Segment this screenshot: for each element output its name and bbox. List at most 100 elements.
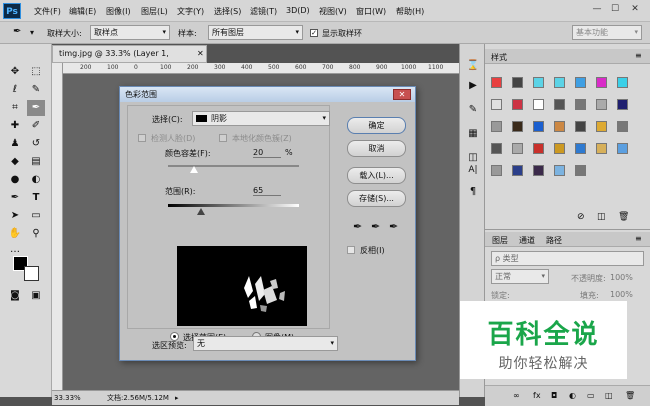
- menu-type[interactable]: 文字(Y): [177, 6, 204, 17]
- layer-kind-filter[interactable]: ρ 类型: [491, 251, 644, 266]
- quick-select-tool-icon[interactable]: ✎: [27, 82, 45, 98]
- ok-button[interactable]: 确定: [347, 117, 406, 134]
- eyedropper-tool-icon[interactable]: ✒: [27, 100, 45, 116]
- swatches-panel-icon[interactable]: ▦: [464, 126, 482, 142]
- selection-preview-select[interactable]: 无 ▾: [193, 336, 338, 351]
- lasso-tool-icon[interactable]: ℓ: [6, 82, 24, 98]
- style-swatch[interactable]: [596, 99, 607, 110]
- shape-tool-icon[interactable]: ▭: [27, 208, 45, 224]
- save-button[interactable]: 存储(S)...: [347, 190, 406, 207]
- healing-tool-icon[interactable]: ✚: [6, 118, 24, 134]
- status-menu-arrow-icon[interactable]: ▸: [175, 391, 179, 405]
- type-panel-icon[interactable]: A|: [464, 162, 482, 178]
- style-swatch[interactable]: [596, 143, 607, 154]
- style-swatch[interactable]: [554, 165, 565, 176]
- opacity-value[interactable]: 100%: [610, 273, 633, 282]
- range-slider-track[interactable]: [168, 204, 299, 207]
- style-swatch[interactable]: [533, 77, 544, 88]
- menu-view[interactable]: 视图(V): [319, 6, 347, 17]
- brush-tool-icon[interactable]: ✐: [27, 118, 45, 134]
- group-icon[interactable]: ▭: [587, 391, 595, 400]
- style-swatch[interactable]: [491, 99, 502, 110]
- stamp-tool-icon[interactable]: ♟: [6, 136, 24, 152]
- eyedropper-icon[interactable]: ✒: [13, 26, 21, 37]
- path-select-tool-icon[interactable]: ➤: [6, 208, 24, 224]
- sample-size-select[interactable]: 取样点 ▾: [90, 25, 170, 40]
- history-panel-icon[interactable]: ⌛: [464, 58, 482, 74]
- menu-3d[interactable]: 3D(D): [286, 6, 310, 15]
- sample-select[interactable]: 所有图层 ▾: [208, 25, 303, 40]
- show-ring-checkbox[interactable]: ✓: [310, 29, 318, 37]
- link-layers-icon[interactable]: ∞: [513, 391, 520, 400]
- style-swatch[interactable]: [491, 143, 502, 154]
- workspace-select[interactable]: 基本功能 ▾: [572, 25, 642, 40]
- style-swatch[interactable]: [554, 77, 565, 88]
- style-swatch[interactable]: [554, 99, 565, 110]
- tab-channels[interactable]: 通道: [519, 235, 535, 246]
- style-swatch[interactable]: [617, 77, 628, 88]
- tab-paths[interactable]: 路径: [546, 235, 562, 246]
- actions-panel-icon[interactable]: ▶: [464, 78, 482, 94]
- blur-tool-icon[interactable]: ●: [6, 172, 24, 188]
- blend-mode-select[interactable]: 正常 ▾: [491, 269, 549, 284]
- menu-edit[interactable]: 编辑(E): [69, 6, 96, 17]
- style-swatch[interactable]: [533, 143, 544, 154]
- style-swatch[interactable]: [617, 99, 628, 110]
- style-swatch[interactable]: [512, 121, 523, 132]
- style-swatch[interactable]: [575, 99, 586, 110]
- menu-window[interactable]: 窗口(W): [356, 6, 386, 17]
- background-color-swatch[interactable]: [24, 266, 39, 281]
- fuzziness-slider-thumb[interactable]: [190, 166, 199, 173]
- style-swatch[interactable]: [533, 99, 544, 110]
- document-tab[interactable]: timg.jpg @ 33.3% (Layer 1, RGB/8#) * ✕: [52, 45, 207, 74]
- localized-clusters-checkbox[interactable]: [219, 134, 227, 142]
- adjustment-layer-icon[interactable]: ◐: [569, 391, 576, 400]
- tool-preset-chevron-icon[interactable]: ▾: [30, 28, 34, 37]
- style-swatch[interactable]: [491, 77, 502, 88]
- dodge-tool-icon[interactable]: ◐: [27, 172, 45, 188]
- crop-tool-icon[interactable]: ⌗: [6, 100, 24, 116]
- menu-help[interactable]: 帮助(H): [396, 6, 424, 17]
- menu-filter[interactable]: 滤镜(T): [250, 6, 277, 17]
- style-swatch[interactable]: [617, 121, 628, 132]
- style-swatch[interactable]: [512, 99, 523, 110]
- character-panel-icon[interactable]: ✎: [464, 102, 482, 118]
- eyedropper-minus-icon[interactable]: ✒: [389, 220, 398, 233]
- eyedropper-icon[interactable]: ✒: [353, 220, 362, 233]
- new-style-icon[interactable]: ◫: [597, 212, 606, 222]
- fuzziness-slider-track[interactable]: [168, 165, 299, 167]
- style-swatch[interactable]: [575, 121, 586, 132]
- vertical-ruler[interactable]: [52, 63, 63, 390]
- delete-layer-icon[interactable]: 🗑: [625, 391, 635, 400]
- fuzziness-input[interactable]: 20: [253, 148, 281, 158]
- menu-layer[interactable]: 图层(L): [141, 6, 168, 17]
- eyedropper-plus-icon[interactable]: ✒: [371, 220, 380, 233]
- style-swatch[interactable]: [533, 121, 544, 132]
- style-swatch[interactable]: [554, 121, 565, 132]
- dialog-close-button[interactable]: ✕: [393, 89, 411, 100]
- panel-menu-icon[interactable]: ≡: [635, 234, 642, 243]
- minimize-button[interactable]: —: [590, 3, 604, 16]
- new-layer-icon[interactable]: ◫: [605, 391, 613, 400]
- style-swatch[interactable]: [512, 143, 523, 154]
- style-swatch[interactable]: [491, 165, 502, 176]
- range-slider-thumb[interactable]: [196, 208, 205, 215]
- marquee-tool-icon[interactable]: ⬚: [27, 64, 45, 80]
- load-button[interactable]: 载入(L)...: [347, 167, 406, 184]
- style-swatch[interactable]: [617, 143, 628, 154]
- fx-icon[interactable]: fx: [533, 391, 541, 400]
- type-tool-icon[interactable]: T: [27, 190, 45, 206]
- quick-mask-icon[interactable]: ◙: [6, 288, 24, 304]
- zoom-level[interactable]: 33.33%: [54, 391, 81, 405]
- close-tab-icon[interactable]: ✕: [197, 46, 204, 62]
- style-swatch[interactable]: [596, 121, 607, 132]
- menu-image[interactable]: 图像(I): [106, 6, 131, 17]
- cancel-button[interactable]: 取消: [347, 140, 406, 157]
- screen-mode-icon[interactable]: ▣: [27, 288, 45, 304]
- tab-layers[interactable]: 图层: [492, 235, 508, 246]
- hand-tool-icon[interactable]: ✋: [6, 226, 24, 242]
- detect-faces-checkbox[interactable]: [138, 134, 146, 142]
- style-swatch[interactable]: [575, 77, 586, 88]
- style-swatch[interactable]: [596, 77, 607, 88]
- clear-style-icon[interactable]: ⊘: [577, 212, 585, 222]
